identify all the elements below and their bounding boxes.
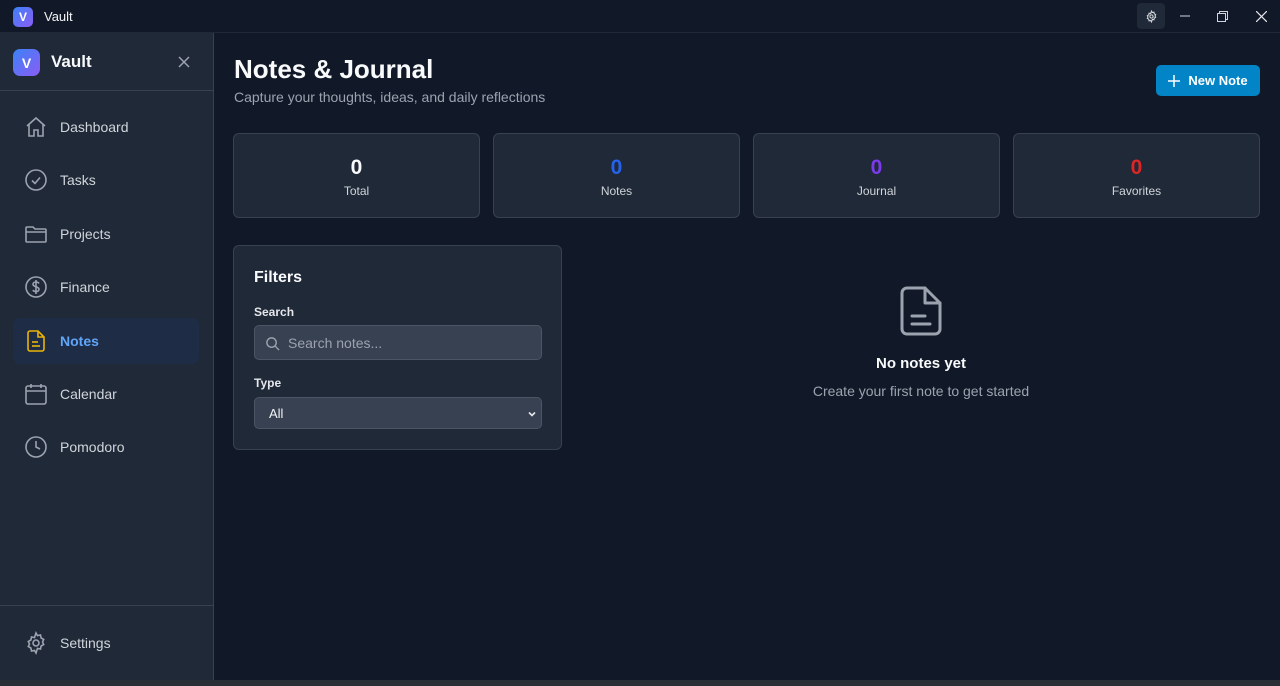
home-icon — [26, 116, 46, 137]
search-label: Search — [254, 305, 295, 319]
sidebar-title: Vault — [51, 52, 92, 71]
stat-card-journal: 0 Journal — [753, 133, 1000, 218]
stat-value: 0 — [350, 156, 363, 179]
type-label: Type — [254, 376, 282, 390]
taskbar-edge — [0, 680, 1280, 686]
sidebar-item-pomodoro[interactable]: Pomodoro — [13, 424, 199, 470]
sidebar-item-label: Tasks — [60, 172, 96, 188]
gear-icon — [27, 631, 45, 655]
title-bar: V Vault — [0, 0, 1280, 33]
close-sidebar-icon[interactable] — [176, 54, 192, 70]
sidebar-item-dashboard[interactable]: Dashboard — [13, 104, 199, 150]
sidebar: V Vault Dashboard Tasks Projects Finance… — [0, 33, 214, 680]
app-logo-icon: V — [13, 7, 33, 27]
sidebar-item-label: Pomodoro — [60, 439, 125, 455]
clock-icon — [25, 436, 47, 458]
empty-note-icon — [900, 286, 942, 336]
sidebar-item-label: Projects — [60, 226, 111, 242]
plus-icon — [1168, 74, 1181, 87]
filters-panel: Filters Search Type All — [233, 245, 562, 450]
page-title: Notes & Journal — [234, 54, 434, 84]
sidebar-footer: Settings — [0, 605, 213, 680]
sidebar-item-label: Dashboard — [60, 119, 129, 135]
stat-value: 0 — [610, 156, 623, 179]
sidebar-item-label: Settings — [60, 635, 111, 651]
titlebar-settings-button[interactable] — [1137, 3, 1165, 29]
maximize-button[interactable] — [1208, 3, 1236, 29]
check-circle-icon — [25, 169, 47, 191]
sidebar-item-calendar[interactable]: Calendar — [13, 371, 199, 417]
search-field — [254, 325, 542, 360]
search-icon — [266, 337, 280, 351]
sidebar-item-projects[interactable]: Projects — [13, 211, 199, 257]
stat-value: 0 — [1130, 156, 1143, 179]
stat-value: 0 — [870, 156, 883, 179]
stat-label: Notes — [600, 184, 633, 198]
page-subtitle: Capture your thoughts, ideas, and daily … — [234, 89, 546, 105]
close-icon — [1255, 10, 1267, 22]
new-note-label: New Note — [1188, 73, 1248, 88]
sidebar-item-settings[interactable]: Settings — [13, 620, 199, 666]
stat-card-total: 0 Total — [233, 133, 480, 218]
gear-icon — [1146, 9, 1156, 23]
dollar-circle-icon — [25, 276, 47, 298]
stat-card-favorites: 0 Favorites — [1013, 133, 1260, 218]
restore-icon — [1216, 10, 1228, 22]
folder-icon — [25, 226, 47, 243]
minimize-button[interactable] — [1171, 3, 1199, 29]
type-select-value: All — [269, 406, 284, 421]
minimize-icon — [1180, 15, 1190, 17]
sidebar-item-notes[interactable]: Notes — [13, 318, 199, 364]
stat-card-notes: 0 Notes — [493, 133, 740, 218]
empty-state-subtitle: Create your first note to get started — [812, 383, 1030, 399]
sidebar-item-label: Notes — [60, 333, 99, 349]
note-icon — [27, 330, 45, 352]
sidebar-item-tasks[interactable]: Tasks — [13, 157, 199, 203]
new-note-button[interactable]: New Note — [1156, 65, 1260, 96]
sidebar-item-label: Calendar — [60, 386, 117, 402]
stat-label: Total — [343, 184, 370, 198]
sidebar-item-finance[interactable]: Finance — [13, 264, 199, 310]
stat-label: Favorites — [1111, 184, 1162, 198]
chevron-down-icon — [528, 411, 536, 417]
sidebar-item-label: Finance — [60, 279, 110, 295]
type-select[interactable]: All — [254, 397, 542, 429]
sidebar-logo-icon: V — [13, 49, 40, 76]
sidebar-header: V Vault — [0, 33, 213, 91]
filters-title: Filters — [254, 269, 303, 286]
calendar-icon — [25, 384, 47, 405]
window-title: Vault — [44, 9, 73, 24]
empty-state-title: No notes yet — [875, 355, 966, 372]
search-input[interactable] — [288, 326, 538, 359]
close-window-button[interactable] — [1247, 3, 1275, 29]
stat-label: Journal — [856, 184, 897, 198]
